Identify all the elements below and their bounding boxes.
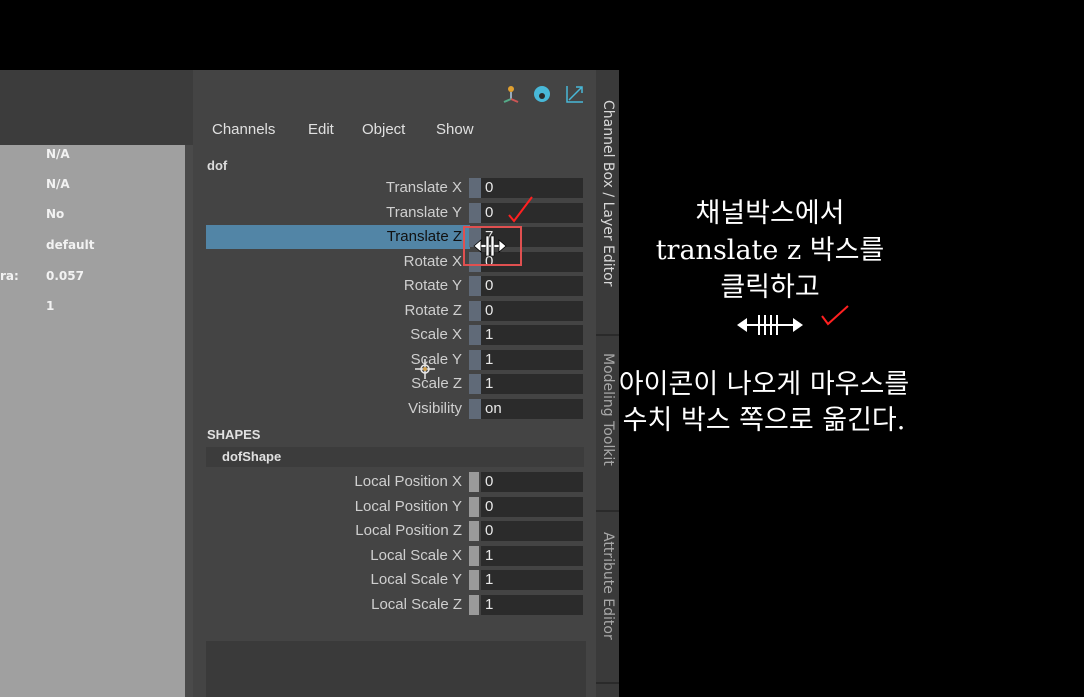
menu-edit[interactable]: Edit xyxy=(308,121,334,138)
channel-value-field[interactable]: 1 xyxy=(481,325,583,345)
tab-separator xyxy=(596,334,619,336)
channel-label: Rotate X xyxy=(403,253,462,270)
menu-object[interactable]: Object xyxy=(362,121,405,138)
channel-label: Translate Z xyxy=(386,228,462,245)
attribute-panel-header xyxy=(0,70,193,145)
channel-marker xyxy=(469,546,479,566)
channel-label: Local Position Y xyxy=(354,498,462,515)
channel-visibility[interactable]: Visibility on xyxy=(193,397,596,421)
channel-label: Local Position Z xyxy=(355,522,462,539)
channel-label: Visibility xyxy=(408,400,462,417)
drag-slider-cursor-icon xyxy=(473,235,507,257)
channel-label: Local Scale Z xyxy=(371,596,462,613)
tab-separator xyxy=(596,510,619,512)
annotation-line-5: 수치 박스 쪽으로 옮긴다. xyxy=(622,405,906,436)
channel-local-scale-z[interactable]: Local Scale Z 1 xyxy=(193,593,596,617)
channel-value-field[interactable]: 0 xyxy=(481,276,583,296)
attribute-label: ra: xyxy=(0,269,19,283)
channel-marker xyxy=(469,276,481,296)
channel-marker xyxy=(469,350,481,370)
tab-channel-box[interactable]: Channel Box / Layer Editor xyxy=(596,100,619,332)
channel-marker xyxy=(469,570,479,590)
channel-label: Rotate Z xyxy=(404,302,462,319)
channel-scale-z[interactable]: Scale Z 1 xyxy=(193,372,596,396)
channel-rotate-y[interactable]: Rotate Y 0 xyxy=(193,274,596,298)
channel-scale-y[interactable]: Scale Y 1 xyxy=(193,348,596,372)
sphere-icon[interactable] xyxy=(532,84,552,104)
channel-local-scale-x[interactable]: Local Scale X 1 xyxy=(193,544,596,568)
checkmark-icon xyxy=(508,196,533,223)
channel-label: Translate X xyxy=(385,179,462,196)
shape-node-bar[interactable]: dofShape xyxy=(206,447,584,467)
channel-marker xyxy=(469,203,481,223)
menu-show[interactable]: Show xyxy=(436,121,474,138)
channel-marker xyxy=(469,399,481,419)
channel-value-field[interactable]: 0 xyxy=(481,301,583,321)
channel-marker xyxy=(469,472,479,492)
annotation-line-2: translate z 박스를 xyxy=(655,235,885,266)
channel-value-field[interactable]: 1 xyxy=(481,570,583,590)
channel-value-field[interactable]: 0 xyxy=(481,497,583,517)
attribute-value: N/A xyxy=(46,147,70,161)
tab-attribute-editor[interactable]: Attribute Editor xyxy=(596,532,619,682)
channel-label: Translate Y xyxy=(386,204,462,221)
channel-label: Local Position X xyxy=(354,473,462,490)
channel-marker xyxy=(469,374,481,394)
channel-label: Local Scale Y xyxy=(370,571,462,588)
channel-value-field[interactable]: 1 xyxy=(481,546,583,566)
channel-translate-x[interactable]: Translate X 0 xyxy=(193,176,596,200)
node-name[interactable]: dof xyxy=(207,158,227,173)
channel-marker xyxy=(469,178,481,198)
checkmark-icon xyxy=(821,305,849,326)
channel-marker xyxy=(469,497,479,517)
annotation-line-3: 클릭하고 xyxy=(720,272,820,303)
drag-slider-cursor-icon xyxy=(737,315,803,335)
arrow-icon[interactable] xyxy=(565,84,585,104)
attribute-value: default xyxy=(46,238,95,252)
annotation-line-1: 채널박스에서 xyxy=(695,198,845,229)
channel-local-position-z[interactable]: Local Position Z 0 xyxy=(193,519,596,543)
channel-local-scale-y[interactable]: Local Scale Y 1 xyxy=(193,568,596,592)
channel-scale-x[interactable]: Scale X 1 xyxy=(193,323,596,347)
tab-separator xyxy=(596,682,619,684)
menu-channels[interactable]: Channels xyxy=(212,121,275,138)
channel-value-field[interactable]: 0 xyxy=(481,472,583,492)
channel-value-field[interactable]: 0 xyxy=(481,521,583,541)
channel-label: Scale X xyxy=(410,326,462,343)
channel-translate-z[interactable]: Translate Z 7 xyxy=(206,225,583,249)
channel-value-field[interactable]: on xyxy=(481,399,583,419)
layer-editor-area[interactable] xyxy=(206,641,586,697)
channel-box: Channels Edit Object Show dof Translate … xyxy=(193,70,596,697)
channel-label: Rotate Y xyxy=(403,277,462,294)
channel-marker xyxy=(469,595,479,615)
channel-local-position-x[interactable]: Local Position X 0 xyxy=(193,470,596,494)
attribute-value: N/A xyxy=(46,177,70,191)
channel-marker xyxy=(469,521,479,541)
attribute-panel: N/A N/A No default ra: 0.057 1 xyxy=(0,70,193,697)
channel-rotate-z[interactable]: Rotate Z 0 xyxy=(193,299,596,323)
shapes-header: SHAPES xyxy=(207,427,261,442)
attribute-value: 1 xyxy=(46,299,55,313)
channel-value-field[interactable]: 1 xyxy=(481,350,583,370)
channel-translate-y[interactable]: Translate Y 0 xyxy=(193,201,596,225)
attribute-value: 0.057 xyxy=(46,269,84,283)
channel-marker xyxy=(469,325,481,345)
attribute-panel-scrollbar[interactable] xyxy=(185,145,193,697)
channel-local-position-y[interactable]: Local Position Y 0 xyxy=(193,495,596,519)
axis-icon[interactable] xyxy=(501,84,521,104)
attribute-panel-content: N/A N/A No default ra: 0.057 1 xyxy=(0,145,185,697)
channel-value-field[interactable]: 1 xyxy=(481,595,583,615)
channel-label: Local Scale X xyxy=(370,547,462,564)
move-cursor-icon xyxy=(415,359,435,379)
shape-node-name: dofShape xyxy=(222,449,282,464)
channel-marker xyxy=(469,301,481,321)
annotation-line-4: 아이콘이 나오게 마우스를 xyxy=(618,369,910,400)
channel-value-field[interactable]: 1 xyxy=(481,374,583,394)
channel-rotate-x[interactable]: Rotate X 0 xyxy=(193,250,596,274)
attribute-value: No xyxy=(46,207,65,221)
